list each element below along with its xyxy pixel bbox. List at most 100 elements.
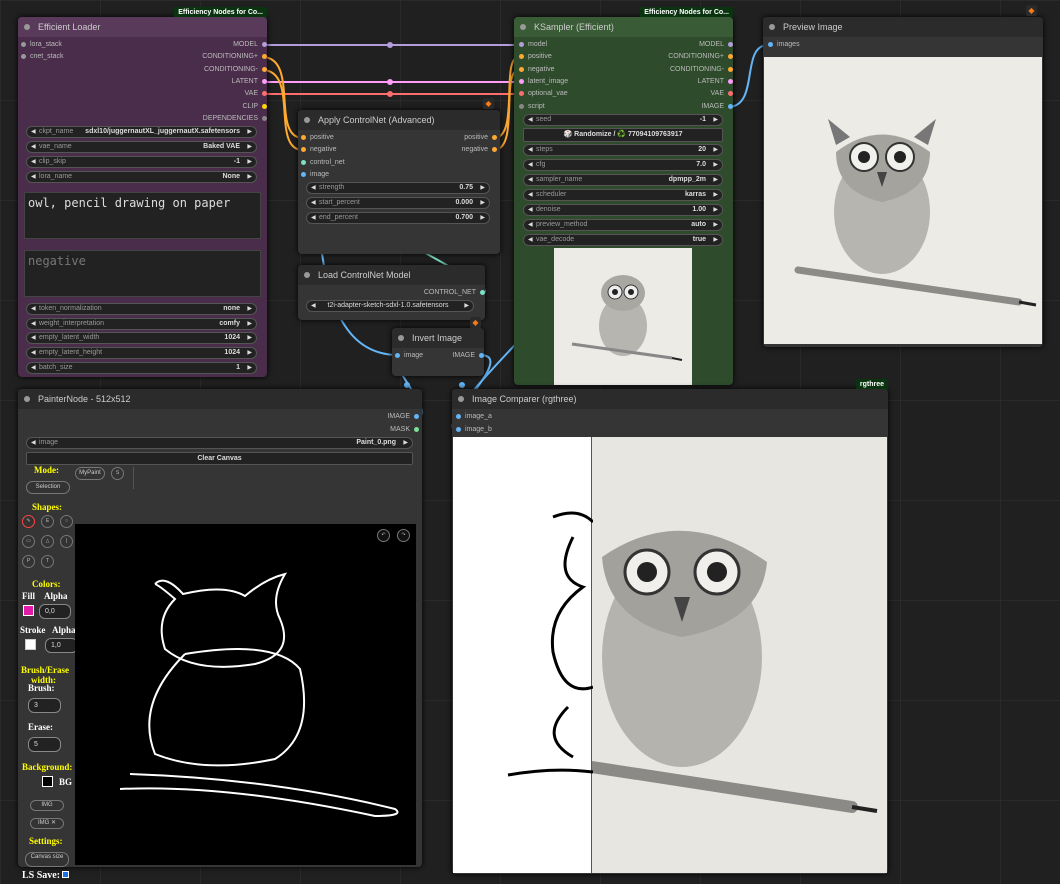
left-arrow-icon[interactable]: ◀ (31, 304, 36, 314)
selection-button[interactable]: Selection (26, 481, 70, 494)
input-dot-icon[interactable] (21, 54, 26, 59)
ls-save-checkbox[interactable] (62, 871, 69, 878)
input-dot-icon[interactable] (301, 147, 306, 152)
output-model[interactable]: MODEL (233, 39, 267, 51)
right-arrow-icon[interactable]: ▶ (247, 333, 252, 343)
right-arrow-icon[interactable]: ▶ (247, 127, 252, 137)
widget-sampler-name[interactable]: ◀ sampler_name dpmpp_2m ▶ (523, 174, 723, 186)
output-model[interactable]: MODEL (699, 39, 733, 51)
widget-token-normalization[interactable]: ◀ token_normalization none ▶ (26, 303, 257, 315)
left-arrow-icon[interactable]: ◀ (311, 198, 316, 208)
input-dot-icon[interactable] (768, 42, 773, 47)
input-dot-icon[interactable] (519, 79, 524, 84)
input-dot-icon[interactable] (456, 427, 461, 432)
widget-seed[interactable]: ◀ seed -1 ▶ (523, 114, 723, 126)
output-dependencies[interactable]: DEPENDENCIES (203, 113, 267, 125)
right-arrow-icon[interactable]: ▶ (247, 304, 252, 314)
collapse-dot-icon[interactable] (520, 24, 526, 30)
output-dot-icon[interactable] (479, 353, 484, 358)
input-latent-image[interactable]: latent_image (519, 76, 568, 88)
input-control-net[interactable]: control_net (301, 157, 345, 169)
left-arrow-icon[interactable]: ◀ (528, 175, 533, 185)
widget-strength[interactable]: ◀ strength 0.75 ▶ (306, 182, 490, 194)
output-dot-icon[interactable] (480, 290, 485, 295)
output-mask[interactable]: MASK (390, 424, 419, 436)
collapse-dot-icon[interactable] (769, 24, 775, 30)
right-arrow-icon[interactable]: ▶ (713, 235, 718, 245)
output-dot-icon[interactable] (728, 54, 733, 59)
right-arrow-icon[interactable]: ▶ (247, 157, 252, 167)
erase-width-input[interactable]: 5 (28, 737, 61, 752)
input-optional-vae[interactable]: optional_vae (519, 88, 568, 100)
widget-lora-name[interactable]: ◀ lora_name None ▶ (26, 171, 257, 183)
input-images[interactable]: images (768, 39, 800, 51)
right-arrow-icon[interactable]: ▶ (480, 213, 485, 223)
left-arrow-icon[interactable]: ◀ (528, 220, 533, 230)
collapse-dot-icon[interactable] (458, 396, 464, 402)
canvas-size-button[interactable]: Canvas size (25, 852, 69, 867)
painter-node[interactable]: PainterNode - 512x512 IMAGE MASK ◀ image P… (18, 389, 422, 867)
output-dot-icon[interactable] (492, 135, 497, 140)
output-dot-icon[interactable] (728, 42, 733, 47)
output-dot-icon[interactable] (262, 91, 267, 96)
stroke-alpha-input[interactable]: 1,0 (45, 638, 78, 653)
widget-end-percent[interactable]: ◀ end_percent 0.700 ▶ (306, 212, 490, 224)
widget-empty-latent-height[interactable]: ◀ empty_latent_height 1024 ▶ (26, 347, 257, 359)
right-arrow-icon[interactable]: ▶ (247, 142, 252, 152)
right-arrow-icon[interactable]: ▶ (247, 363, 252, 373)
erase-shape-icon[interactable]: E (41, 515, 54, 528)
left-arrow-icon[interactable]: ◀ (528, 190, 533, 200)
output-dot-icon[interactable] (414, 427, 419, 432)
output-clip[interactable]: CLIP (242, 101, 267, 113)
input-image[interactable]: image (395, 350, 423, 362)
output-dot-icon[interactable] (414, 414, 419, 419)
widget-vae-decode[interactable]: ◀ vae_decode true ▶ (523, 234, 723, 246)
comparer-image-area[interactable] (453, 437, 887, 873)
widget-scheduler[interactable]: ◀ scheduler karras ▶ (523, 189, 723, 201)
collapse-dot-icon[interactable] (24, 24, 30, 30)
left-arrow-icon[interactable]: ◀ (31, 333, 36, 343)
fill-alpha-input[interactable]: 0,0 (39, 604, 71, 619)
right-arrow-icon[interactable]: ▶ (713, 190, 718, 200)
ksampler-node[interactable]: Efficiency Nodes for Co... KSampler (Eff… (514, 7, 733, 385)
image-comparer-node[interactable]: rgthree Image Comparer (rgthree) image_a… (452, 379, 888, 874)
left-arrow-icon[interactable]: ◀ (31, 319, 36, 329)
triangle-shape-icon[interactable]: △ (41, 535, 54, 548)
output-dot-icon[interactable] (728, 91, 733, 96)
input-image-b[interactable]: image_b (456, 424, 492, 436)
widget-cfg[interactable]: ◀ cfg 7.0 ▶ (523, 159, 723, 171)
input-model[interactable]: model (519, 39, 547, 51)
input-cnet-stack[interactable]: cnet_stack (21, 51, 63, 63)
collapse-dot-icon[interactable] (398, 335, 404, 341)
preview-image-node[interactable]: ◆ Preview Image images (763, 5, 1043, 347)
left-arrow-icon[interactable]: ◀ (528, 145, 533, 155)
input-dot-icon[interactable] (301, 172, 306, 177)
widget-empty-latent-width[interactable]: ◀ empty_latent_width 1024 ▶ (26, 332, 257, 344)
mypaint-button[interactable]: MyPaint (75, 467, 105, 480)
input-positive[interactable]: positive (301, 132, 334, 144)
input-dot-icon[interactable] (519, 54, 524, 59)
input-dot-icon[interactable] (456, 414, 461, 419)
output-dot-icon[interactable] (262, 79, 267, 84)
line-shape-icon[interactable]: | (60, 535, 73, 548)
right-arrow-icon[interactable]: ▶ (247, 348, 252, 358)
widget-control-net-name[interactable]: ◀ t2i-adapter-sketch-sdxl-1.0.safetensors… (306, 300, 474, 312)
input-dot-icon[interactable] (301, 135, 306, 140)
input-positive[interactable]: positive (519, 51, 552, 63)
background-color-swatch[interactable] (42, 776, 53, 787)
output-vae[interactable]: VAE (245, 88, 267, 100)
polygon-shape-icon[interactable]: P (22, 555, 35, 568)
right-arrow-icon[interactable]: ▶ (480, 183, 485, 193)
input-dot-icon[interactable] (519, 91, 524, 96)
input-negative[interactable]: negative (519, 64, 554, 76)
node-header[interactable]: Efficient Loader (18, 17, 267, 37)
output-image[interactable]: IMAGE (387, 411, 419, 423)
output-dot-icon[interactable] (262, 42, 267, 47)
stroke-color-swatch[interactable] (25, 639, 36, 650)
randomize-seed-button[interactable]: 🎲 Randomize / ♻️ 770941097639​17 (523, 128, 723, 142)
right-arrow-icon[interactable]: ▶ (713, 115, 718, 125)
apply-controlnet-node[interactable]: ◆ Apply ControlNet (Advanced) positive n… (298, 98, 500, 254)
right-arrow-icon[interactable]: ▶ (247, 319, 252, 329)
left-arrow-icon[interactable]: ◀ (31, 363, 36, 373)
right-arrow-icon[interactable]: ▶ (713, 220, 718, 230)
